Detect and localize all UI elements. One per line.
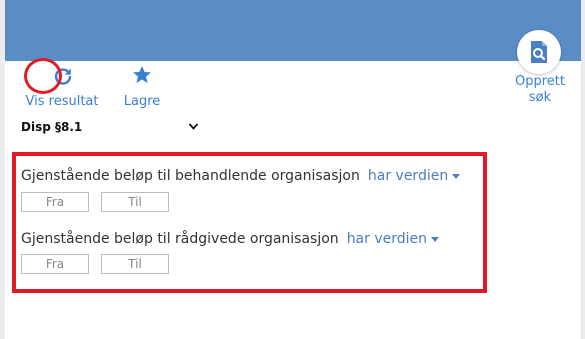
document-search-icon xyxy=(531,41,547,63)
operator-dropdown[interactable]: har verdien xyxy=(367,168,461,184)
caret-down-icon xyxy=(431,236,440,242)
to-input[interactable] xyxy=(101,192,169,212)
criterion-label: Gjenstående beløp til rådgivede organisa… xyxy=(21,231,339,247)
create-search-circle xyxy=(517,30,561,74)
refresh-icon xyxy=(54,68,72,85)
operator-label: har verdien xyxy=(346,231,428,247)
from-input[interactable] xyxy=(21,192,89,212)
from-input[interactable] xyxy=(21,254,89,274)
operator-dropdown[interactable]: har verdien xyxy=(346,231,440,247)
chevron-down-icon xyxy=(188,123,199,130)
header-bar xyxy=(5,0,581,61)
operator-label: har verdien xyxy=(367,168,449,184)
save-button[interactable]: Lagre xyxy=(119,62,165,112)
save-label: Lagre xyxy=(123,94,161,109)
show-results-label: Vis resultat xyxy=(25,94,99,109)
search-panel: Vis resultat Lagre Opprett søk Disp §8.1 xyxy=(5,0,581,339)
to-input[interactable] xyxy=(101,254,169,274)
criterion-row: Gjenstående beløp til behandlende organi… xyxy=(21,168,461,184)
create-search-label: Opprett søk xyxy=(515,74,565,105)
show-results-button[interactable]: Vis resultat xyxy=(24,62,100,112)
category-select[interactable]: Disp §8.1 xyxy=(21,120,201,140)
category-select-value: Disp §8.1 xyxy=(21,120,83,134)
app-frame: Vis resultat Lagre Opprett søk Disp §8.1 xyxy=(0,0,585,339)
criterion-row: Gjenstående beløp til rådgivede organisa… xyxy=(21,231,440,247)
create-search-button[interactable]: Opprett søk xyxy=(511,30,569,112)
star-icon xyxy=(133,66,151,83)
caret-down-icon xyxy=(452,173,461,179)
criterion-label: Gjenstående beløp til behandlende organi… xyxy=(21,168,360,184)
